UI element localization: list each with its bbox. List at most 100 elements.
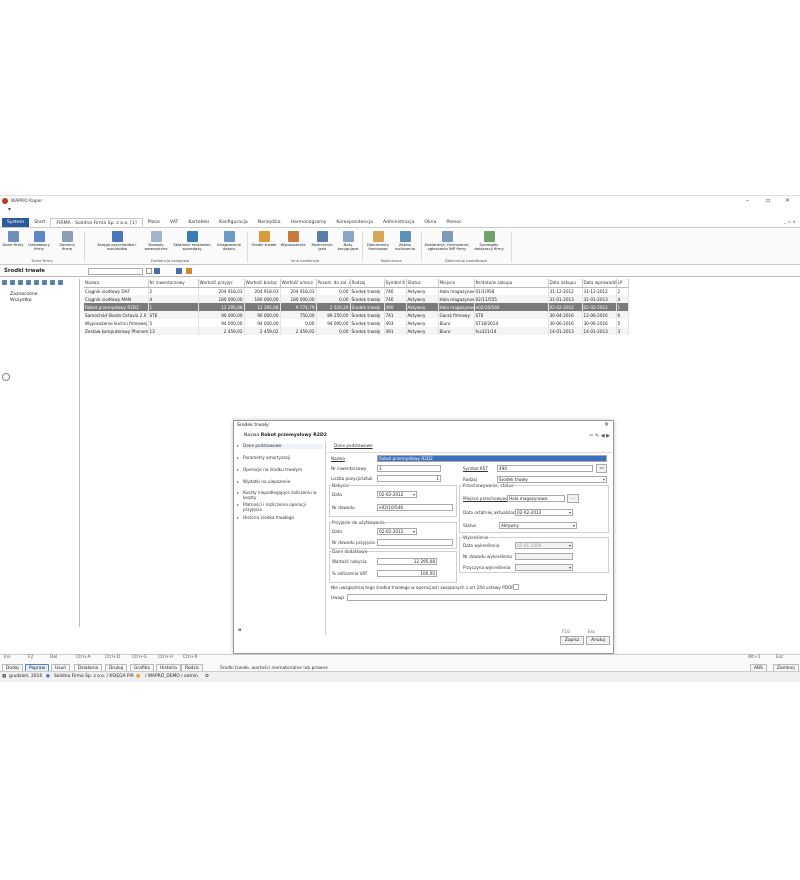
tab-konfiguracja[interactable]: Konfiguracja bbox=[214, 218, 253, 227]
miejsce-field[interactable]: Hala magazynowa bbox=[507, 495, 565, 502]
nr-inwentarzowy-field[interactable]: 1 bbox=[377, 465, 441, 472]
ribbon-controls-icon[interactable]: _ ▫ × bbox=[784, 220, 796, 225]
column-header[interactable]: Wartość bieżąc bbox=[244, 279, 281, 288]
data-wykreslenia-field[interactable]: 01-01-2000 bbox=[515, 542, 573, 549]
tab-harmonogramy[interactable]: Harmonogramy bbox=[286, 218, 332, 227]
table-row[interactable]: Ciągnik siodłowy MAN 4 180 000,00 180 000,0… bbox=[84, 295, 629, 303]
kst-lookup-button[interactable]: ▭ bbox=[596, 464, 607, 473]
data-aktualizacji-field[interactable]: 02-02-2012 bbox=[515, 509, 573, 516]
nabycie-data-field[interactable]: 02-02-2012 bbox=[377, 491, 417, 498]
zamknij-firme-button[interactable]: Zamknij firmę bbox=[54, 231, 80, 251]
przyjecie-data-field[interactable]: 02-02-2012 bbox=[377, 528, 417, 535]
form-tab-label[interactable]: Dane podstawowe bbox=[334, 443, 373, 448]
table-row[interactable]: Wyposażenie kuchni firmowej 5 94 000,00 94 … bbox=[84, 319, 629, 327]
tree-tool-icon[interactable] bbox=[58, 280, 63, 285]
column-header[interactable]: Symbol K bbox=[384, 279, 407, 288]
dokumenty-finansowe-button[interactable]: Dokumenty finansowe bbox=[364, 231, 392, 251]
nabycie-nr-field[interactable]: e02/10/546 bbox=[377, 504, 453, 511]
export-icon[interactable] bbox=[186, 268, 192, 274]
dowody-wewnetrzne-button[interactable]: Dowody wewnętrzne bbox=[142, 231, 170, 251]
szczegoly-deklaracji-button[interactable]: Szczegóły deklaracji firmy bbox=[472, 231, 506, 251]
tree-tool-icon[interactable] bbox=[10, 280, 15, 285]
nav-operacje[interactable]: Operacje na środku trwałym bbox=[237, 467, 323, 473]
settings-gear-icon[interactable]: ⚙ bbox=[205, 674, 209, 679]
column-header[interactable]: Nazwa bbox=[84, 279, 149, 288]
column-header[interactable]: Pozost. do zał. o bbox=[316, 279, 351, 288]
kpir-button[interactable]: Księga przychodów i rozchodów bbox=[97, 231, 137, 251]
tree-tool-icon[interactable] bbox=[26, 280, 31, 285]
symbol-kst-field[interactable]: 490 bbox=[497, 465, 593, 472]
nav-platnosci[interactable]: Płatności i rozliczenia operacji przyjęc… bbox=[237, 502, 323, 512]
table-row[interactable]: Robot przemysłowy R2D2 1 12 295,08 12 295,0… bbox=[84, 303, 629, 311]
tree-tool-icon[interactable] bbox=[42, 280, 47, 285]
filter-checkbox[interactable] bbox=[146, 268, 152, 274]
zapisy-rozliczenia-button[interactable]: Zapisy rozliczenia bbox=[392, 231, 418, 251]
tab-okna[interactable]: Okna bbox=[419, 218, 441, 227]
table-row[interactable]: Samochód Skoda Octavia 2.0 ST6 90 000,00 90… bbox=[84, 311, 629, 319]
nav-parametry-amortyzacji[interactable]: Parametry amortyzacji bbox=[237, 455, 323, 461]
nazwa-field[interactable]: Robot przemysłowy R2D2 bbox=[377, 455, 607, 462]
deklaracje-formularze-button[interactable]: Deklaracje, Formularze, zgłoszenia NIP f… bbox=[424, 231, 470, 251]
tree-tool-icon[interactable] bbox=[34, 280, 39, 285]
nav-dane-podstawowe[interactable]: Dane podstawowe bbox=[237, 443, 323, 449]
tab-administracja[interactable]: Administracja bbox=[378, 218, 419, 227]
column-header[interactable]: Miejsce bbox=[438, 279, 475, 288]
tree-tool-icon[interactable] bbox=[18, 280, 23, 285]
column-header[interactable]: Rodzaj bbox=[350, 279, 385, 288]
cancel-button[interactable]: Anuluj bbox=[586, 636, 610, 645]
nr-dowodu-przyjecia-field[interactable] bbox=[377, 539, 453, 546]
column-header[interactable]: Nr/data/w zakupu bbox=[474, 279, 549, 288]
tab-narzedzia[interactable]: Narzędzia bbox=[253, 218, 286, 227]
close-icon[interactable]: × bbox=[785, 197, 790, 204]
srodki-trwale-button[interactable]: Środki trwałe bbox=[250, 231, 278, 247]
tab-vat[interactable]: VAT bbox=[165, 218, 183, 227]
status-select[interactable]: Aktywny bbox=[499, 522, 577, 529]
odliczenia-vat-field[interactable]: 100,00 bbox=[377, 570, 437, 577]
tab-system[interactable]: System bbox=[2, 218, 30, 227]
tab-pomoc[interactable]: Pomoc bbox=[441, 218, 466, 227]
nav-koszty[interactable]: Koszty niepodlegające zaliczeniu w koszt… bbox=[237, 490, 323, 500]
table-row[interactable]: Zestaw komputerowy Phenom 13 2 459,02 2 459… bbox=[84, 327, 629, 335]
column-header[interactable]: Status bbox=[406, 279, 439, 288]
maximize-icon[interactable]: ▫ bbox=[766, 197, 770, 204]
udzialowcy-firmy-button[interactable]: Udziałowcy firmy bbox=[26, 231, 52, 251]
tab-place[interactable]: Płace bbox=[143, 218, 165, 227]
minimize-icon[interactable]: – bbox=[746, 197, 749, 204]
art24d-checkbox[interactable] bbox=[513, 584, 519, 590]
quick-access-dropdown-icon[interactable]: ▾ bbox=[8, 206, 11, 213]
table-row[interactable]: Ciągnik siodłowy DAF 2 204 918,03 204 918,0… bbox=[84, 287, 629, 295]
nr-dowodu-wykreslenia-field[interactable] bbox=[515, 553, 573, 560]
nav-historia[interactable]: Historia środka trwałego bbox=[237, 515, 323, 521]
nav-wydatki[interactable]: Wydatki na ulepszenie bbox=[237, 479, 323, 485]
uwagi-field[interactable] bbox=[347, 594, 607, 601]
column-header[interactable]: Wartość umorz bbox=[280, 279, 317, 288]
column-header[interactable]: Data wprowadź bbox=[582, 279, 617, 288]
przyczyna-select[interactable] bbox=[515, 564, 573, 571]
sort-filter-icon[interactable] bbox=[176, 268, 182, 274]
refresh-icon[interactable] bbox=[2, 373, 10, 381]
filter-icon[interactable] bbox=[154, 268, 160, 274]
liczba-pozycji-field[interactable]: 1 bbox=[377, 475, 441, 482]
noty-korygujace-button[interactable]: Noty korygujące bbox=[336, 231, 360, 251]
tab-korespondencja[interactable]: Korespondencja bbox=[331, 218, 378, 227]
column-header[interactable]: LP bbox=[616, 279, 629, 288]
wyposazenie-button[interactable]: Wyposażenie bbox=[279, 231, 307, 247]
dialog-toolbar-icons[interactable]: ✂ ✎ ◀ ▶ bbox=[589, 433, 610, 439]
wartosc-nabycia-field[interactable]: 12 295,08 bbox=[377, 558, 437, 565]
tree-tool-icon[interactable] bbox=[50, 280, 55, 285]
dialog-close-icon[interactable]: × bbox=[604, 421, 609, 428]
column-header[interactable]: Nr inwentarzowy bbox=[148, 279, 199, 288]
rozliczenie-jazd-button[interactable]: Rozliczenie jazd bbox=[309, 231, 335, 251]
miejsce-lookup-button[interactable]: … bbox=[567, 494, 579, 503]
column-header[interactable]: Wartość przyjęc bbox=[198, 279, 245, 288]
tab-start[interactable]: Start bbox=[29, 218, 50, 227]
filter-input[interactable] bbox=[88, 268, 143, 275]
ksiegowanie-detalu-button[interactable]: Księgowanie detalu bbox=[214, 231, 244, 251]
dane-firmy-button[interactable]: Dane firmy bbox=[2, 231, 24, 247]
resize-grip-icon[interactable]: ⊠ bbox=[238, 627, 241, 632]
skladniki-zestawien-button[interactable]: Składniki zestawień sprzedaży bbox=[172, 231, 212, 251]
tree-item-wszystko[interactable]: Wszystko bbox=[10, 298, 38, 304]
save-button[interactable]: Zapisz bbox=[560, 636, 584, 645]
rodzaj-select[interactable]: Środek trwały bbox=[497, 476, 607, 483]
tab-firma[interactable]: FIRMA : Solidna Firma Sp. z o.o. [1] bbox=[50, 218, 143, 227]
